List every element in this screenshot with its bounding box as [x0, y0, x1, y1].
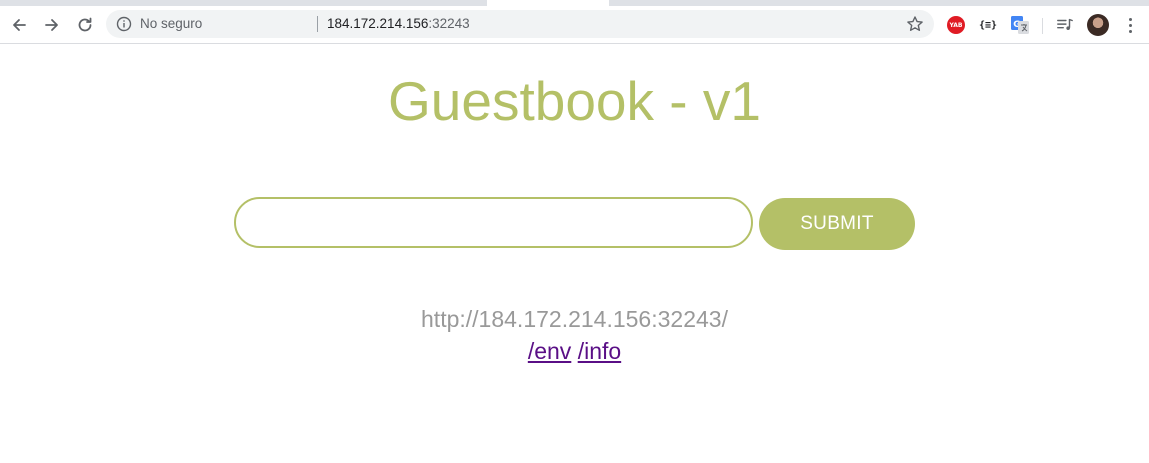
toolbar-divider [1042, 18, 1043, 34]
url-host: 184.172.214.156 [327, 16, 429, 31]
page-content: Guestbook - v1 SUBMIT http://184.172.214… [0, 45, 1149, 463]
bookmark-star-icon[interactable] [906, 15, 924, 33]
url-text[interactable]: 184.172.214.156:32243 [327, 16, 470, 32]
submit-button[interactable]: SUBMIT [759, 198, 915, 250]
host-address-text: http://184.172.214.156:32243/ [421, 306, 728, 332]
reload-icon [78, 17, 92, 32]
guestbook-entry-input[interactable] [234, 197, 753, 248]
info-link[interactable]: /info [578, 338, 621, 364]
translate-icon: G [1011, 16, 1029, 34]
forward-button[interactable] [38, 11, 66, 39]
info-icon[interactable] [116, 16, 132, 32]
json-extension-button[interactable]: {≡} [978, 15, 998, 35]
page-title: Guestbook - v1 [388, 70, 761, 132]
yab-extension-button[interactable]: YAB [946, 15, 966, 35]
address-bar[interactable]: No seguro 184.172.214.156:32243 [106, 10, 934, 38]
links-row: /env /info [0, 338, 1149, 364]
omnibox-separator [317, 16, 318, 32]
forward-arrow-icon [45, 19, 58, 31]
browser-toolbar: No seguro 184.172.214.156:32243 YAB {≡} … [0, 6, 1149, 44]
url-port: :32243 [428, 16, 470, 31]
translate-extension-button[interactable]: G [1010, 15, 1030, 35]
env-link[interactable]: /env [528, 338, 571, 364]
back-arrow-icon [13, 19, 26, 31]
profile-avatar[interactable] [1087, 14, 1109, 36]
kebab-menu-icon[interactable] [1120, 15, 1140, 35]
security-status[interactable]: No seguro [140, 16, 202, 32]
media-control-button[interactable] [1055, 15, 1075, 35]
reload-button[interactable] [71, 11, 99, 39]
yab-extension-icon: YAB [947, 16, 965, 34]
media-queue-icon [1057, 18, 1073, 30]
back-button[interactable] [5, 11, 33, 39]
